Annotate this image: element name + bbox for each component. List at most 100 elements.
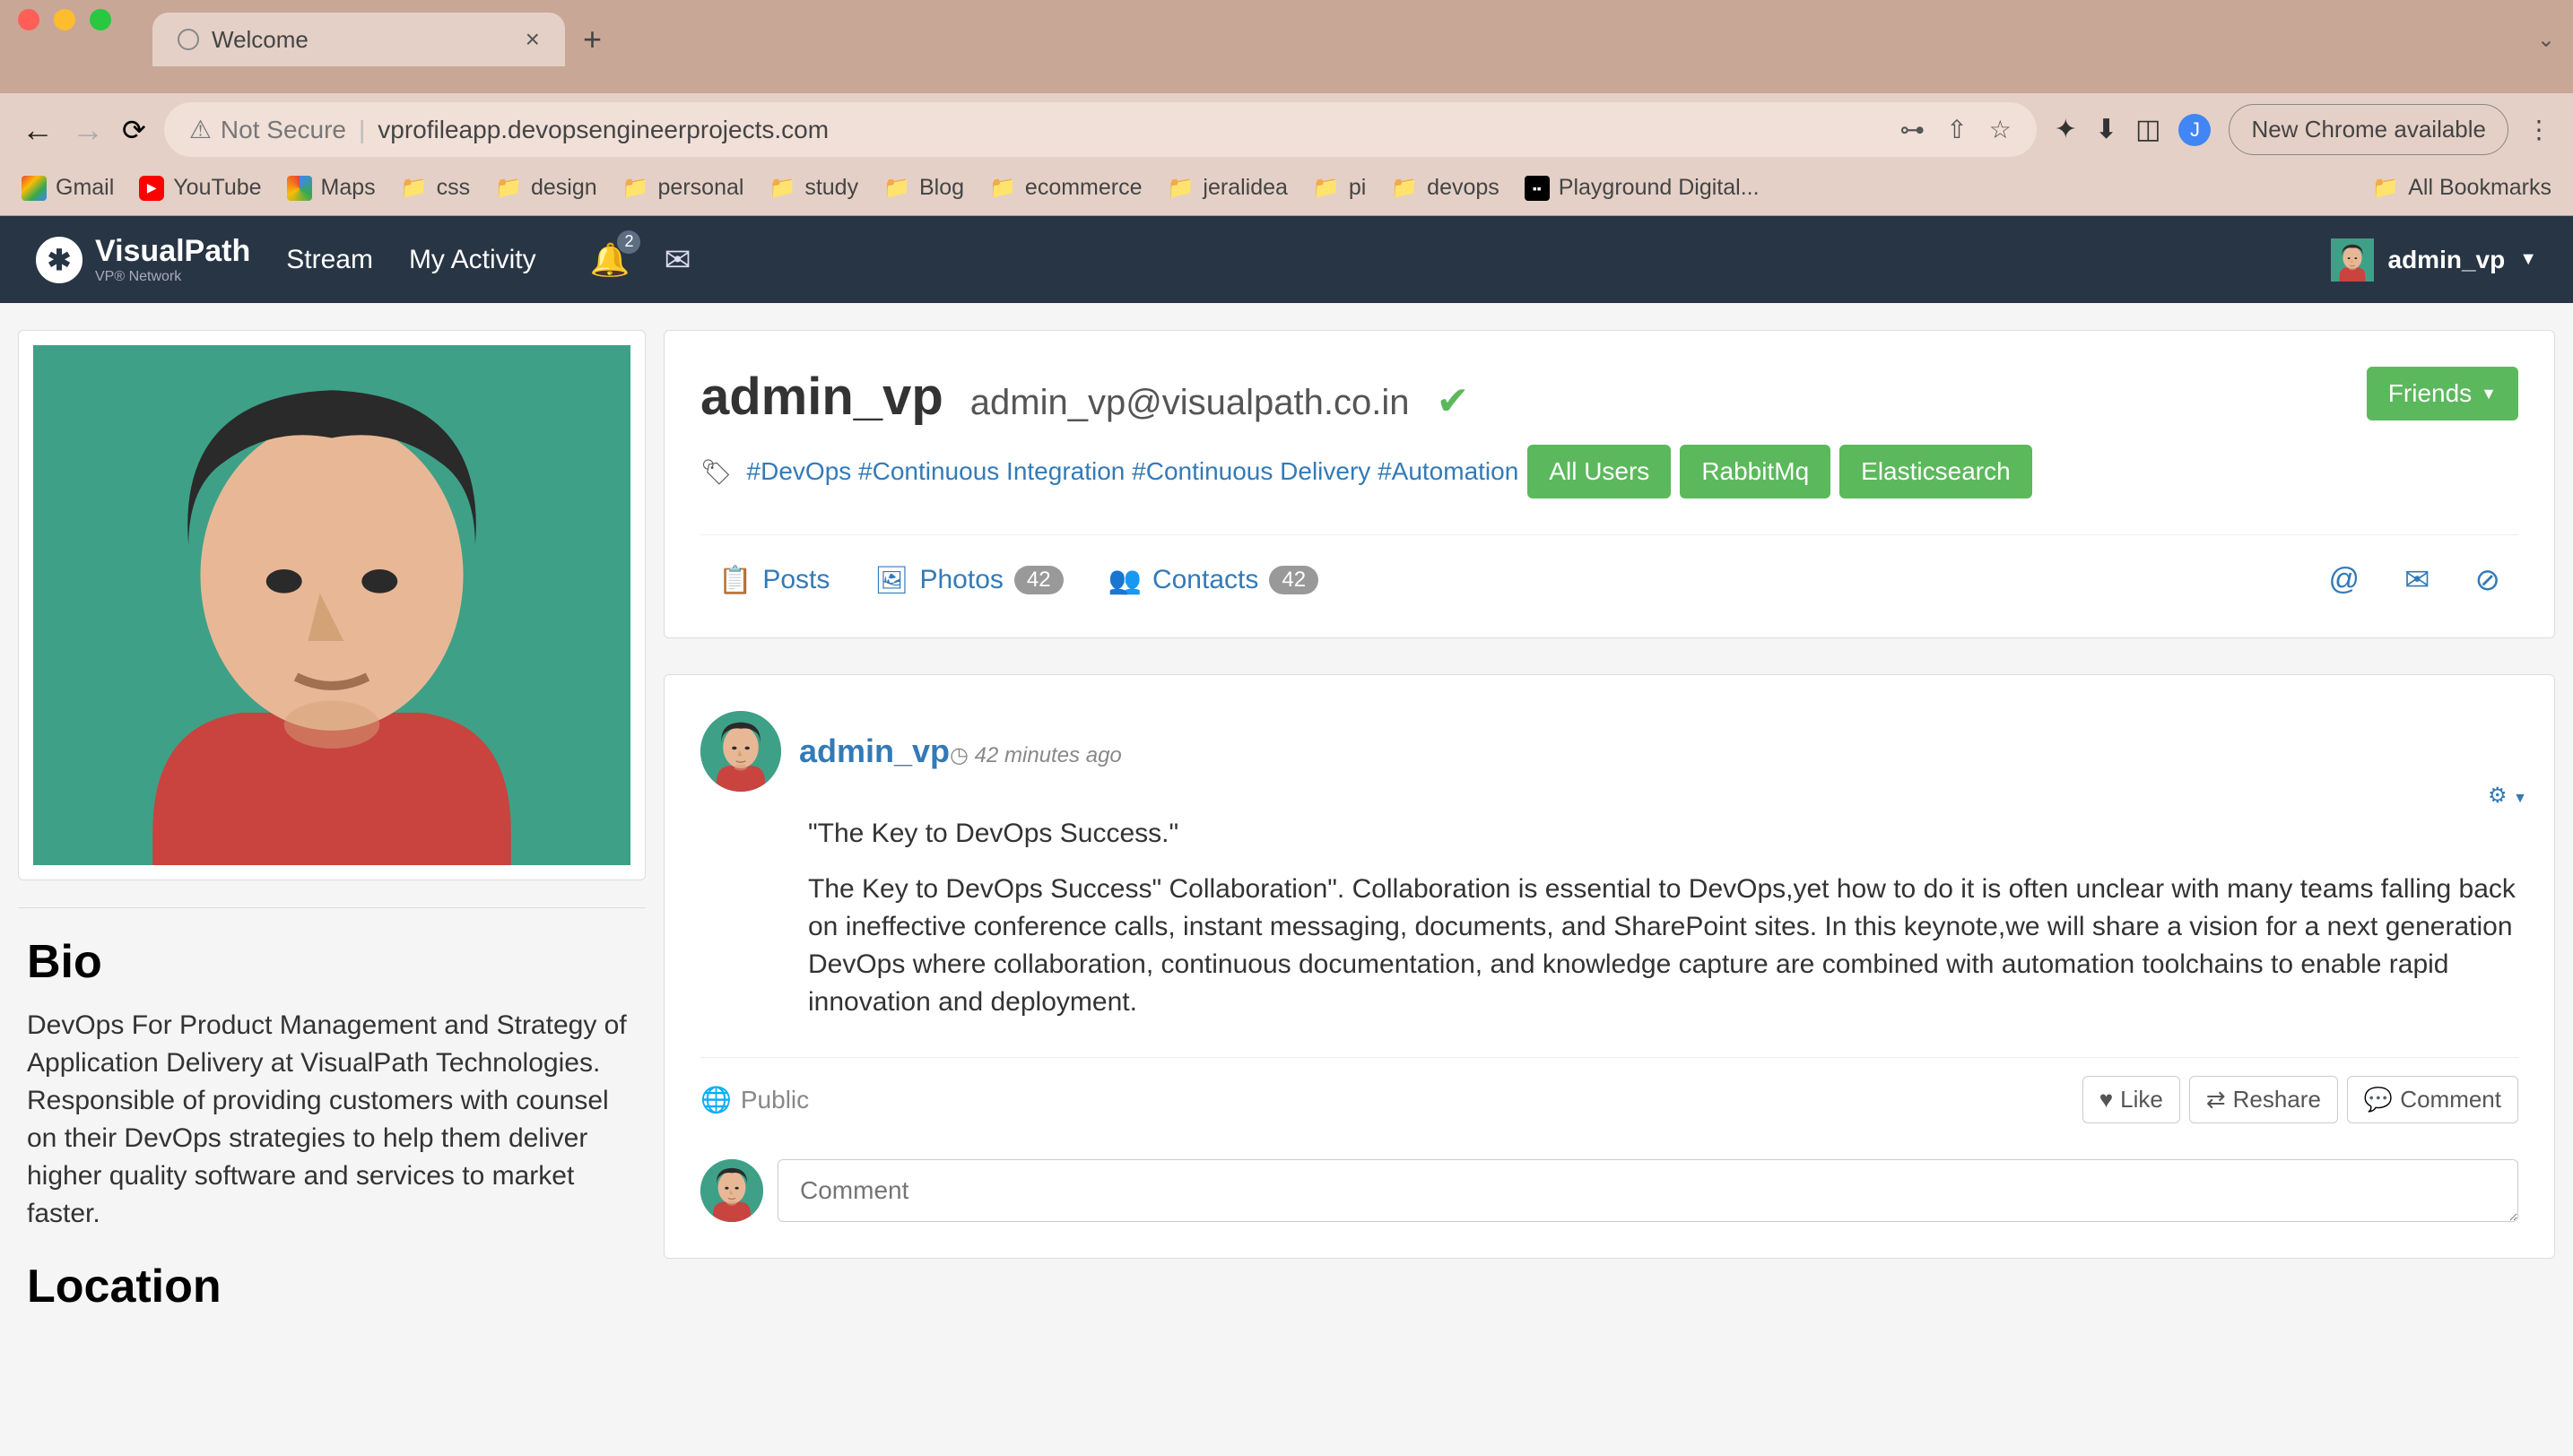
bookmark-item[interactable]: 📁personal [622, 175, 744, 201]
user-menu[interactable]: admin_vp ▼ [2331, 238, 2538, 282]
bookmark-item[interactable]: ▶YouTube [139, 175, 261, 201]
security-status[interactable]: ⚠ Not Secure [189, 115, 346, 144]
downloads-icon[interactable]: ⬇ [2095, 114, 2117, 145]
bookmark-label: pi [1349, 175, 1366, 201]
posts-icon: 📋 [718, 565, 752, 596]
folder-icon: 📁 [883, 175, 910, 201]
heart-icon: ♥ [2099, 1086, 2113, 1114]
bookmark-item[interactable]: 📁design [495, 175, 597, 201]
bookmark-label: design [531, 175, 597, 201]
extensions-icon[interactable]: ✦ [2055, 114, 2077, 145]
app-icon: ▪▪ [1525, 176, 1550, 201]
back-button[interactable]: ← [22, 111, 54, 149]
tag-link[interactable]: #Continuous Integration [858, 457, 1125, 485]
bookmark-item[interactable]: Maps [287, 175, 376, 201]
brand-subtitle: VP® Network [95, 269, 250, 285]
globe-icon: 🌐 [700, 1085, 732, 1114]
nav-stream[interactable]: Stream [286, 245, 373, 275]
messages-button[interactable]: ✉ [664, 241, 691, 279]
maps-icon [287, 176, 312, 201]
like-button[interactable]: ♥Like [2082, 1076, 2180, 1123]
mention-icon[interactable]: @ [2328, 562, 2360, 598]
all-bookmarks-button[interactable]: 📁 All Bookmarks [2372, 175, 2551, 201]
profile-picture[interactable] [33, 345, 630, 865]
url-text: vprofileapp.devopsengineerprojects.com [378, 116, 829, 144]
bookmark-item[interactable]: ▪▪Playground Digital... [1525, 175, 1760, 201]
bookmark-item[interactable]: 📁Blog [883, 175, 964, 201]
photos-icon: 🖼 [874, 565, 908, 596]
tab-photos[interactable]: 🖼 Photos 42 [874, 565, 1063, 596]
folder-icon: 📁 [1313, 175, 1340, 201]
folder-icon: 📁 [401, 175, 428, 201]
post-visibility: 🌐 Public [700, 1085, 809, 1114]
bookmark-item[interactable]: 📁study [769, 175, 858, 201]
browser-menu-button[interactable]: ⋮ [2526, 115, 2551, 144]
user-avatar [2331, 238, 2374, 282]
bookmark-label: Maps [321, 175, 376, 201]
comment-avatar [700, 1159, 763, 1222]
forward-button[interactable]: → [72, 111, 104, 149]
comment-button[interactable]: 💬Comment [2347, 1076, 2518, 1123]
bookmark-item[interactable]: Gmail [22, 175, 114, 201]
elasticsearch-button[interactable]: Elasticsearch [1839, 445, 2032, 498]
tabs-dropdown-button[interactable]: ⌄ [2537, 27, 2555, 53]
folder-icon: 📁 [769, 175, 795, 201]
rabbitmq-button[interactable]: RabbitMq [1680, 445, 1830, 498]
logo[interactable]: ✱ VisualPath VP® Network [36, 234, 250, 285]
caret-down-icon: ▼ [2519, 249, 2537, 270]
bookmark-label: devops [1427, 175, 1499, 201]
profile-email: admin_vp@visualpath.co.in [970, 383, 1410, 423]
address-bar[interactable]: ⚠ Not Secure | vprofileapp.devopsenginee… [164, 102, 2037, 157]
sidepanel-icon[interactable]: ◫ [2135, 114, 2160, 145]
bookmark-item[interactable]: 📁css [401, 175, 470, 201]
bookmark-item[interactable]: 📁 ecommerce [989, 175, 1142, 201]
bookmark-label: Gmail [56, 175, 114, 201]
bookmark-item[interactable]: 📁jeralidea [1168, 175, 1288, 201]
reshare-button[interactable]: ⇄Reshare [2189, 1076, 2338, 1123]
verified-icon: ✔ [1437, 378, 1470, 424]
nav-activity[interactable]: My Activity [409, 245, 536, 275]
profile-name: admin_vp [700, 367, 943, 427]
new-tab-button[interactable]: + [583, 21, 602, 58]
key-icon[interactable]: ⊶ [1899, 115, 1925, 144]
bookmark-star-icon[interactable]: ☆ [1989, 115, 2012, 144]
friends-button[interactable]: Friends ▼ [2367, 367, 2518, 420]
folder-icon: 📁 [989, 175, 1016, 201]
tab-contacts[interactable]: 👥 Contacts 42 [1108, 565, 1318, 596]
tab-close-button[interactable]: × [526, 25, 540, 54]
post-author-avatar[interactable] [700, 711, 781, 792]
contacts-count: 42 [1269, 566, 1318, 594]
all-bookmarks-label: All Bookmarks [2408, 175, 2551, 201]
browser-tab[interactable]: Welcome × [152, 13, 565, 66]
mail-icon[interactable]: ✉ [2404, 562, 2430, 598]
tag-link[interactable]: #DevOps [747, 457, 852, 485]
folder-icon: 📁 [1391, 175, 1418, 201]
reload-button[interactable]: ⟳ [122, 113, 146, 147]
notification-count: 2 [617, 230, 640, 254]
browser-profile-button[interactable]: J [2178, 114, 2211, 146]
ban-icon[interactable]: ⊘ [2475, 562, 2501, 598]
chrome-update-button[interactable]: New Chrome available [2229, 104, 2508, 155]
tab-posts[interactable]: 📋 Posts [718, 565, 830, 596]
profile-tabs: 📋 Posts 🖼 Photos 42 👥 Contacts 42 @ ✉ ⊘ [700, 534, 2518, 602]
all-users-button[interactable]: All Users [1527, 445, 1671, 498]
tag-link[interactable]: #Continuous Delivery [1132, 457, 1370, 485]
photos-count: 42 [1014, 566, 1064, 594]
post-settings-button[interactable]: ⚙ ▼ [2488, 783, 2527, 809]
tags-row: 🏷 #DevOps #Continuous Integration #Conti… [700, 445, 2349, 498]
bio-text: DevOps For Product Management and Strate… [27, 1007, 637, 1233]
tag-link[interactable]: #Automation [1378, 457, 1518, 485]
bookmark-label: ecommerce [1025, 175, 1143, 201]
folder-icon: 📁 [2372, 175, 2399, 201]
profile-card: admin_vp admin_vp@visualpath.co.in ✔ 🏷 #… [664, 330, 2555, 638]
bookmark-label: jeralidea [1203, 175, 1288, 201]
comment-icon: 💬 [2364, 1086, 2393, 1114]
caret-down-icon: ▼ [2481, 385, 2497, 403]
share-icon[interactable]: ⇧ [1946, 115, 1967, 144]
post-author-name[interactable]: admin_vp [799, 732, 950, 769]
bookmark-label: YouTube [173, 175, 261, 201]
comment-input[interactable] [778, 1159, 2518, 1222]
bookmark-item[interactable]: 📁 devops [1391, 175, 1499, 201]
bookmark-item[interactable]: 📁 pi [1313, 175, 1366, 201]
notifications-button[interactable]: 🔔 2 [590, 241, 630, 279]
